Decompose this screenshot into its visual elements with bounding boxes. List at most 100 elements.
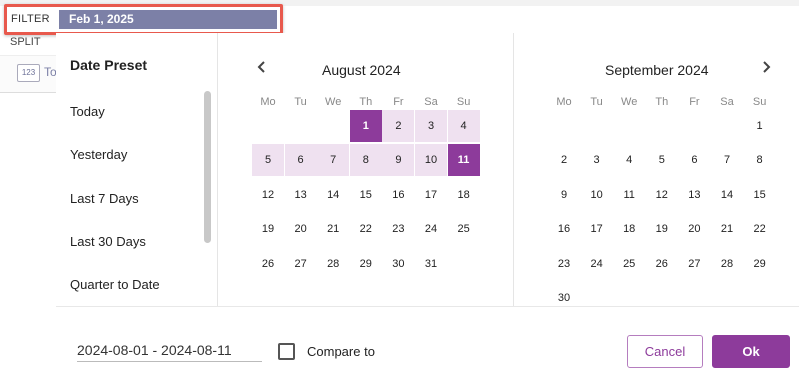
calendar-day[interactable]: 1: [349, 110, 382, 142]
compare-to-label: Compare to: [307, 344, 375, 359]
chevron-left-icon[interactable]: [256, 58, 268, 79]
calendar-title: September 2024: [605, 62, 709, 78]
calendar-day[interactable]: 15: [744, 179, 776, 211]
calendar-day[interactable]: 1: [744, 110, 776, 142]
weekday-header: Mo: [556, 96, 572, 108]
calendar-day[interactable]: 11: [613, 179, 645, 211]
numeric-field-icon: 123: [17, 64, 40, 82]
calendar-day[interactable]: 14: [317, 179, 349, 211]
calendar-day[interactable]: 31: [415, 248, 447, 280]
calendar-day[interactable]: 22: [744, 213, 776, 245]
compare-to-checkbox[interactable]: [278, 343, 295, 360]
ok-button[interactable]: Ok: [712, 335, 790, 368]
calendar-september-2024: September 2024 Mo Tu We Th Fr Sa Su 1 2 3 4 5 6 7 8 9 10…: [514, 33, 799, 306]
cancel-button[interactable]: Cancel: [627, 335, 703, 368]
calendar-day[interactable]: 7: [317, 144, 350, 177]
filter-label: FILTER: [11, 13, 50, 25]
calendar-day[interactable]: 12: [646, 179, 678, 211]
calendar-day[interactable]: 5: [252, 144, 284, 177]
calendar-day[interactable]: 24: [581, 248, 613, 280]
calendar-day[interactable]: 21: [711, 213, 743, 245]
calendar-day[interactable]: 16: [382, 179, 414, 211]
weekday-header: Tu: [294, 96, 307, 108]
preset-yesterday[interactable]: Yesterday: [70, 147, 127, 162]
calendar-day[interactable]: 26: [252, 248, 284, 280]
date-range-input[interactable]: 2024-08-01 - 2024-08-11: [77, 342, 262, 362]
calendar-day[interactable]: 27: [285, 248, 317, 280]
calendar-day[interactable]: 25: [613, 248, 645, 280]
preset-last-30-days[interactable]: Last 30 Days: [70, 234, 146, 249]
weekday-header: We: [621, 96, 638, 108]
calendar-day[interactable]: 23: [382, 213, 414, 245]
calendar-day[interactable]: 18: [613, 213, 645, 245]
preset-scrollbar[interactable]: [204, 91, 211, 243]
calendar-day[interactable]: 9: [382, 144, 415, 177]
calendar-day[interactable]: 22: [350, 213, 382, 245]
calendar-day[interactable]: 26: [646, 248, 678, 280]
calendar-day[interactable]: 28: [317, 248, 349, 280]
weekday-header: Th: [655, 96, 669, 108]
calendar-day[interactable]: 14: [711, 179, 743, 211]
calendar-day[interactable]: 10: [581, 179, 613, 211]
calendar-day[interactable]: 21: [317, 213, 349, 245]
weekday-header: We: [325, 96, 342, 108]
calendar-day[interactable]: 20: [678, 213, 710, 245]
calendar-day[interactable]: 13: [285, 179, 317, 211]
calendar-day[interactable]: 29: [350, 248, 382, 280]
preset-today[interactable]: Today: [70, 104, 105, 119]
preset-last-7-days[interactable]: Last 7 Days: [70, 191, 139, 206]
calendar-day[interactable]: 2: [382, 110, 415, 142]
calendar-day[interactable]: 24: [415, 213, 447, 245]
calendar-august-2024: August 2024 Mo Tu We Th Fr Sa Su 1 2 3 4 5 6 7 8 9 10 11 1…: [218, 33, 514, 306]
calendar-day[interactable]: 3: [581, 144, 613, 176]
calendar-day[interactable]: 10: [415, 144, 447, 177]
calendar-day[interactable]: 25: [448, 213, 480, 245]
calendar-day[interactable]: 8: [744, 144, 776, 176]
weekday-header: Fr: [393, 96, 404, 108]
calendar-day[interactable]: 17: [581, 213, 613, 245]
calendar-day[interactable]: 15: [350, 179, 382, 211]
calendar-day[interactable]: 6: [284, 144, 317, 177]
weekday-header: Su: [456, 96, 471, 108]
calendar-title: August 2024: [322, 62, 401, 78]
date-picker-popup: Date Preset Today Yesterday Last 7 Days …: [56, 33, 799, 373]
calendar-day[interactable]: 17: [415, 179, 447, 211]
calendar-day[interactable]: 16: [548, 213, 580, 245]
calendar-day[interactable]: 28: [711, 248, 743, 280]
calendar-day[interactable]: 7: [711, 144, 743, 176]
filter-value-chip[interactable]: Feb 1, 2025: [59, 10, 277, 29]
weekday-header: Sa: [424, 96, 438, 108]
weekday-header: Su: [752, 96, 767, 108]
calendar-day[interactable]: 6: [678, 144, 710, 176]
calendar-day[interactable]: 9: [548, 179, 580, 211]
weekday-header: Fr: [689, 96, 700, 108]
filter-bar[interactable]: FILTER Feb 1, 2025: [4, 4, 283, 35]
calendar-day[interactable]: 30: [382, 248, 414, 280]
calendar-day[interactable]: 12: [252, 179, 284, 211]
calendar-day[interactable]: 11: [447, 144, 480, 177]
calendar-day[interactable]: 18: [448, 179, 480, 211]
calendar-day[interactable]: 3: [415, 110, 447, 142]
background-field-label: To: [44, 65, 57, 79]
calendar-day[interactable]: 30: [548, 282, 580, 314]
calendar-day[interactable]: 4: [613, 144, 645, 176]
date-preset-panel: Date Preset Today Yesterday Last 7 Days …: [56, 33, 218, 306]
calendar-day[interactable]: 23: [548, 248, 580, 280]
calendar-day[interactable]: 4: [447, 110, 480, 142]
calendar-day[interactable]: 19: [252, 213, 284, 245]
calendar-day[interactable]: 29: [744, 248, 776, 280]
calendar-day[interactable]: 20: [285, 213, 317, 245]
calendar-day[interactable]: 13: [678, 179, 710, 211]
calendar-day[interactable]: 27: [678, 248, 710, 280]
calendar-day[interactable]: 5: [646, 144, 678, 176]
split-label: SPLIT: [10, 36, 41, 48]
weekday-header: Sa: [720, 96, 734, 108]
chevron-right-icon[interactable]: [760, 58, 772, 79]
calendar-day[interactable]: 19: [646, 213, 678, 245]
weekday-header: Mo: [260, 96, 276, 108]
calendar-day[interactable]: 2: [548, 144, 580, 176]
calendar-day[interactable]: 8: [349, 144, 382, 177]
footer-divider: [56, 306, 799, 307]
weekday-header: Th: [359, 96, 373, 108]
preset-quarter-to-date[interactable]: Quarter to Date: [70, 277, 160, 292]
